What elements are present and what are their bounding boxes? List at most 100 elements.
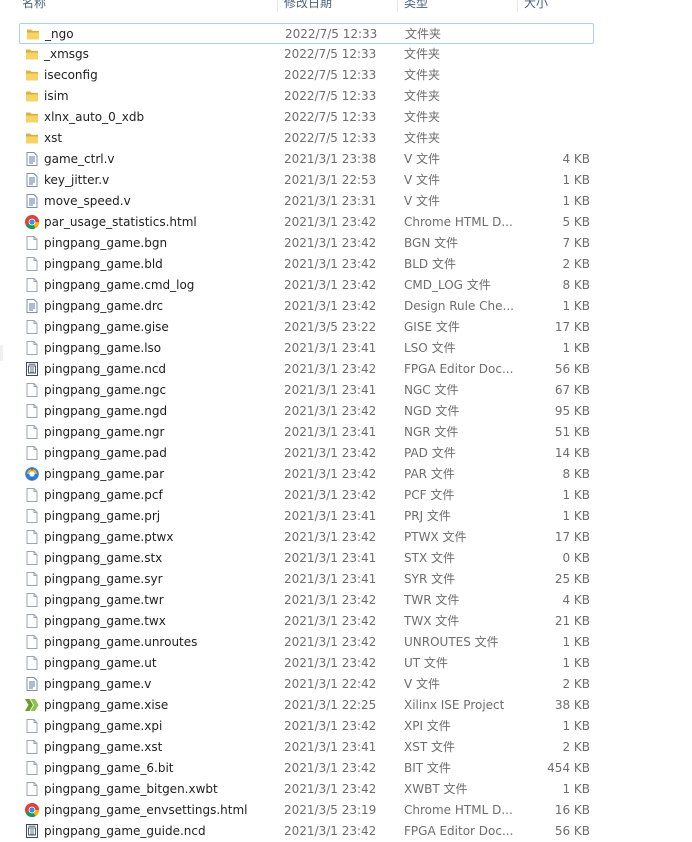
file-name: pingpang_game.gise	[44, 320, 169, 334]
folder-row[interactable]: _xmsgs 2022/7/5 12:33 文件夹	[19, 44, 594, 65]
file-size: 56 KB	[554, 824, 590, 838]
file-date: 2021/3/1 23:31	[284, 194, 377, 208]
file-row[interactable]: pingpang_game_envsettings.html 2021/3/5 2…	[19, 800, 594, 821]
file-date: 2021/3/1 22:53	[284, 173, 377, 187]
file-date: 2021/3/1 23:41	[284, 551, 377, 565]
generic-file-icon	[24, 655, 40, 671]
generic-file-icon	[24, 634, 40, 650]
generic-file-icon	[24, 781, 40, 797]
generic-file-icon	[24, 760, 40, 776]
file-size: 8 KB	[562, 278, 590, 292]
file-row[interactable]: pingpang_game.prj 2021/3/1 23:41 PRJ 文件 1 K…	[19, 506, 594, 527]
file-row[interactable]: key_jitter.v 2021/3/1 22:53 V 文件 1 KB	[19, 170, 594, 191]
file-size: 51 KB	[554, 425, 590, 439]
file-size	[519, 44, 590, 65]
file-row[interactable]: pingpang_game.pad 2021/3/1 23:42 PAD 文件 14 …	[19, 443, 594, 464]
file-size: 17 KB	[554, 530, 590, 544]
column-header-type[interactable]: 类型	[398, 0, 516, 12]
file-row[interactable]: move_speed.v 2021/3/1 23:31 V 文件 1 KB	[19, 191, 594, 212]
file-name: game_ctrl.v	[44, 152, 115, 166]
file-size: 1 KB	[562, 173, 590, 187]
file-name: _ngo	[45, 27, 74, 41]
file-date: 2021/3/1 23:38	[284, 152, 377, 166]
file-type: FPGA Editor Doc...	[404, 362, 514, 376]
file-row[interactable]: pingpang_game_bitgen.xwbt 2021/3/1 23:42 X…	[19, 779, 594, 800]
file-row[interactable]: game_ctrl.v 2021/3/1 23:38 V 文件 4 KB	[19, 149, 594, 170]
column-header-size[interactable]: 大小	[518, 0, 596, 12]
column-header-name[interactable]: 名称	[16, 0, 276, 12]
file-date: 2021/3/5 23:22	[284, 320, 377, 334]
file-row[interactable]: pingpang_game.ut 2021/3/1 23:42 UT 文件 1 KB	[19, 653, 594, 674]
file-name: move_speed.v	[44, 194, 131, 208]
file-size	[520, 24, 591, 45]
generic-file-icon	[24, 424, 40, 440]
file-row[interactable]: pingpang_game.xise 2021/3/1 22:25 Xilinx I…	[19, 695, 594, 716]
folder-row[interactable]: iseconfig 2022/7/5 12:33 文件夹	[19, 65, 594, 86]
file-row[interactable]: pingpang_game.bld 2021/3/1 23:42 BLD 文件 2 K…	[19, 254, 594, 275]
file-row[interactable]: pingpang_game.ptwx 2021/3/1 23:42 PTWX 文件 1…	[19, 527, 594, 548]
file-size: 1 KB	[562, 656, 590, 670]
file-type: 文件夹	[404, 47, 441, 61]
file-type: LSO 文件	[404, 341, 456, 355]
file-date: 2021/3/1 23:42	[284, 719, 377, 733]
file-size: 25 KB	[554, 572, 590, 586]
file-row[interactable]: pingpang_game.twx 2021/3/1 23:42 TWX 文件 21 …	[19, 611, 594, 632]
file-name: pingpang_game.ncd	[44, 362, 167, 376]
file-name: pingpang_game.ngc	[44, 383, 167, 397]
file-size: 16 KB	[554, 803, 590, 817]
file-name: pingpang_game.syr	[44, 572, 163, 586]
chrome-icon	[24, 214, 40, 230]
file-row[interactable]: pingpang_game.ngr 2021/3/1 23:41 NGR 文件 51 …	[19, 422, 594, 443]
generic-file-icon	[24, 340, 40, 356]
file-type: STX 文件	[404, 551, 455, 565]
file-size: 14 KB	[554, 446, 590, 460]
file-row[interactable]: pingpang_game_6.bit 2021/3/1 23:42 BIT 文件 4…	[19, 758, 594, 779]
file-date: 2021/3/1 23:42	[284, 257, 377, 271]
file-row[interactable]: pingpang_game.syr 2021/3/1 23:41 SYR 文件 25 …	[19, 569, 594, 590]
file-row[interactable]: pingpang_game.xpi 2021/3/1 23:42 XPI 文件 1 K…	[19, 716, 594, 737]
file-name: pingpang_game.twx	[44, 614, 166, 628]
file-row[interactable]: pingpang_game.gise 2021/3/5 23:22 GISE 文件 1…	[19, 317, 594, 338]
file-name: pingpang_game.v	[44, 677, 152, 691]
folder-row[interactable]: isim 2022/7/5 12:33 文件夹	[19, 86, 594, 107]
file-type: UT 文件	[404, 656, 448, 670]
file-row[interactable]: par_usage_statistics.html 2021/3/1 23:42 C…	[19, 212, 594, 233]
generic-file-icon	[24, 571, 40, 587]
file-size: 1 KB	[562, 719, 590, 733]
file-name: pingpang_game.par	[44, 467, 165, 481]
folder-row[interactable]: _ngo 2022/7/5 12:33 文件夹	[19, 23, 594, 44]
file-row[interactable]: pingpang_game_guide.ncd 2021/3/1 23:42 FPG…	[19, 821, 594, 842]
file-row[interactable]: pingpang_game.par 2021/3/1 23:42 PAR 文件 8 K…	[19, 464, 594, 485]
file-date: 2021/3/1 23:41	[284, 425, 377, 439]
file-size: 5 KB	[562, 215, 590, 229]
file-row[interactable]: pingpang_game.cmd_log 2021/3/1 23:42 CMD_L…	[19, 275, 594, 296]
file-row[interactable]: pingpang_game.drc 2021/3/1 23:42 Design Ru…	[19, 296, 594, 317]
text-file-icon	[24, 172, 40, 188]
folder-row[interactable]: xst 2022/7/5 12:33 文件夹	[19, 128, 594, 149]
generic-file-icon	[24, 445, 40, 461]
file-name: pingpang_game_envsettings.html	[44, 803, 248, 817]
column-header-date[interactable]: 修改日期	[278, 0, 396, 12]
file-row[interactable]: pingpang_game.stx 2021/3/1 23:41 STX 文件 0 K…	[19, 548, 594, 569]
file-row[interactable]: pingpang_game.xst 2021/3/1 23:41 XST 文件 2 K…	[19, 737, 594, 758]
file-row[interactable]: pingpang_game.bgn 2021/3/1 23:42 BGN 文件 7 K…	[19, 233, 594, 254]
file-row[interactable]: pingpang_game.ncd 2021/3/1 23:42 FPGA Edit…	[19, 359, 594, 380]
file-row[interactable]: pingpang_game.unroutes 2021/3/1 23:42 UNRO…	[19, 632, 594, 653]
folder-row[interactable]: xlnx_auto_0_xdb 2022/7/5 12:33 文件夹	[19, 107, 594, 128]
file-row[interactable]: pingpang_game.ngd 2021/3/1 23:42 NGD 文件 95 …	[19, 401, 594, 422]
file-row[interactable]: pingpang_game.ngc 2021/3/1 23:41 NGC 文件 67 …	[19, 380, 594, 401]
file-size: 1 KB	[562, 299, 590, 313]
file-row[interactable]: pingpang_game.lso 2021/3/1 23:41 LSO 文件 1 K…	[19, 338, 594, 359]
file-date: 2021/3/1 23:42	[284, 446, 377, 460]
file-date: 2021/3/5 23:19	[284, 803, 377, 817]
file-date: 2022/7/5 12:33	[284, 68, 377, 82]
file-size: 67 KB	[554, 383, 590, 397]
file-date: 2022/7/5 12:33	[284, 89, 377, 103]
file-type: PAR 文件	[404, 467, 455, 481]
file-type: CMD_LOG 文件	[404, 278, 491, 292]
file-row[interactable]: pingpang_game.twr 2021/3/1 23:42 TWR 文件 4 K…	[19, 590, 594, 611]
file-size: 4 KB	[562, 152, 590, 166]
file-row[interactable]: pingpang_game.v 2021/3/1 22:42 V 文件 2 KB	[19, 674, 594, 695]
file-row[interactable]: pingpang_game.pcf 2021/3/1 23:42 PCF 文件 1 K…	[19, 485, 594, 506]
file-date: 2021/3/1 23:42	[284, 488, 377, 502]
